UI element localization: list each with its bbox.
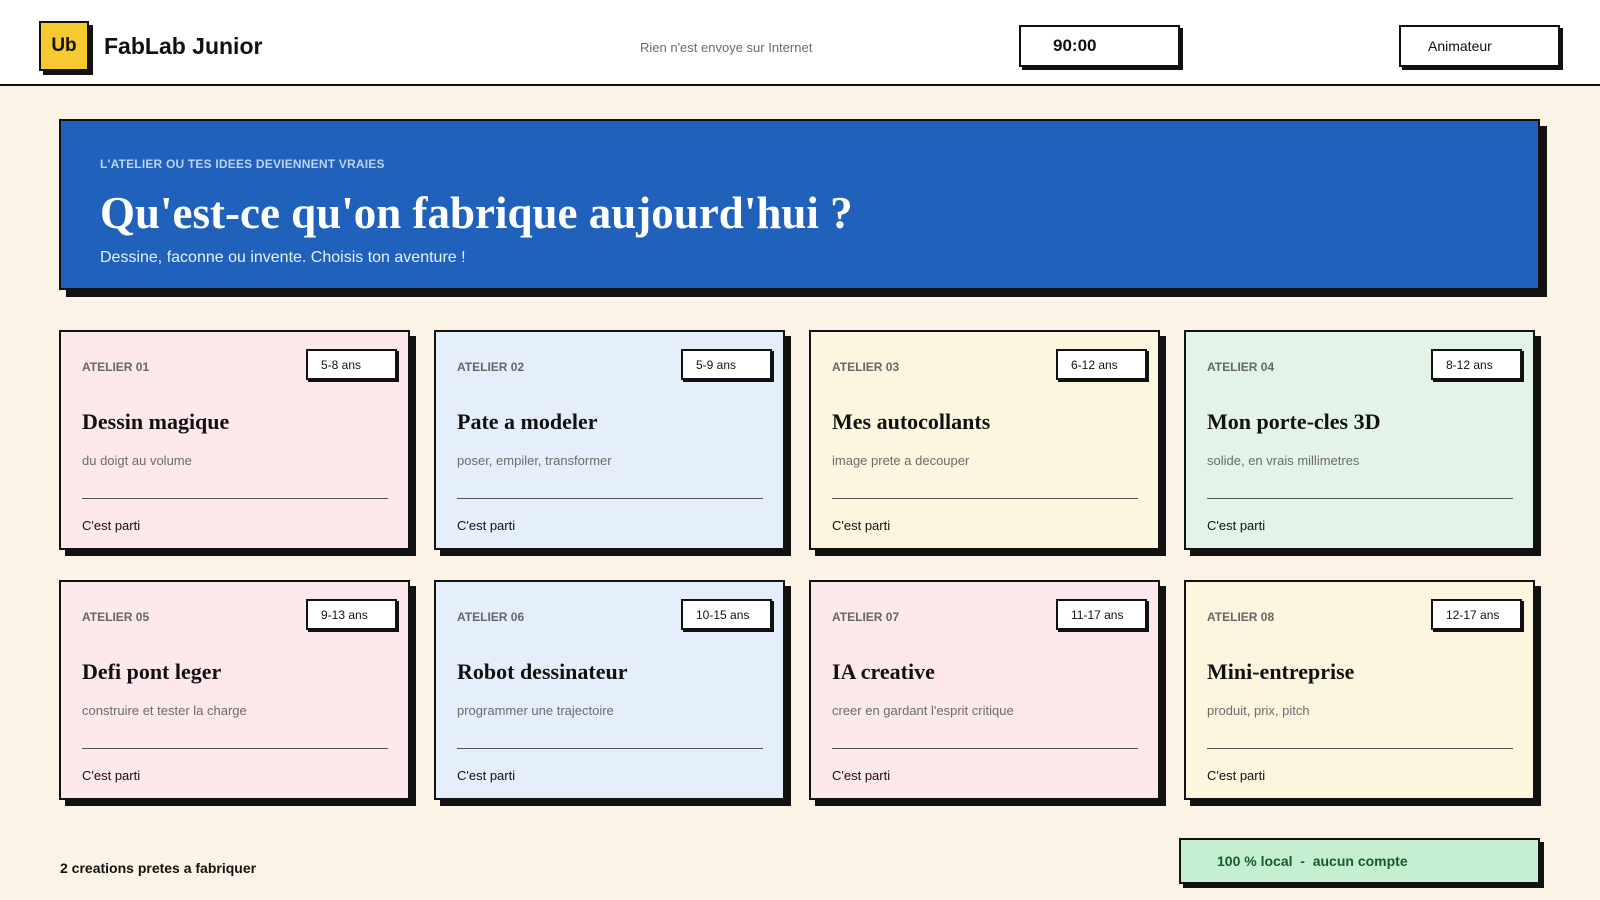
session-timer[interactable]: 90:00 bbox=[1019, 25, 1180, 67]
workshop-title: Defi pont leger bbox=[82, 659, 222, 684]
workshop-number: ATELIER 01 bbox=[82, 360, 150, 374]
app-logo: Ub bbox=[39, 21, 89, 71]
card-divider bbox=[1207, 498, 1513, 499]
workshop-number: ATELIER 08 bbox=[1207, 610, 1275, 624]
workshop-title: Mini-entreprise bbox=[1207, 659, 1355, 684]
start-workshop-link[interactable]: C'est parti bbox=[82, 768, 140, 783]
workshop-card[interactable]: ATELIER 05 9-13 ans Defi pont leger cons… bbox=[59, 580, 410, 800]
workshop-number: ATELIER 04 bbox=[1207, 360, 1275, 374]
workshop-subtitle: du doigt au volume bbox=[82, 453, 192, 468]
workshop-subtitle: solide, en vrais millimetres bbox=[1207, 453, 1360, 468]
start-workshop-link[interactable]: C'est parti bbox=[1207, 768, 1265, 783]
age-badge: 11-17 ans bbox=[1056, 599, 1147, 630]
start-workshop-link[interactable]: C'est parti bbox=[1207, 518, 1265, 533]
workshop-subtitle: creer en gardant l'esprit critique bbox=[832, 703, 1014, 718]
workshop-card[interactable]: ATELIER 08 12-17 ans Mini-entreprise pro… bbox=[1184, 580, 1535, 800]
workshop-subtitle: construire et tester la charge bbox=[82, 703, 247, 718]
age-badge: 8-12 ans bbox=[1431, 349, 1522, 380]
hero-banner: L'ATELIER OU TES IDEES DEVIENNENT VRAIES… bbox=[59, 119, 1540, 290]
age-badge: 6-12 ans bbox=[1056, 349, 1147, 380]
workshop-subtitle: programmer une trajectoire bbox=[457, 703, 614, 718]
age-badge: 5-8 ans bbox=[306, 349, 397, 380]
top-bar: Ub FabLab Junior Rien n'est envoye sur I… bbox=[0, 0, 1600, 86]
card-divider bbox=[1207, 748, 1513, 749]
workshop-number: ATELIER 07 bbox=[832, 610, 900, 624]
workshop-title: IA creative bbox=[832, 659, 935, 684]
workshop-subtitle: poser, empiler, transformer bbox=[457, 453, 612, 468]
card-divider bbox=[832, 498, 1138, 499]
local-only-badge: 100 % local - aucun compte bbox=[1179, 838, 1540, 884]
workshop-card[interactable]: ATELIER 03 6-12 ans Mes autocollants ima… bbox=[809, 330, 1160, 550]
workshop-card[interactable]: ATELIER 04 8-12 ans Mon porte-cles 3D so… bbox=[1184, 330, 1535, 550]
age-badge: 5-9 ans bbox=[681, 349, 772, 380]
workshop-grid: ATELIER 01 5-8 ans Dessin magique du doi… bbox=[59, 330, 1540, 800]
hero-title: Qu'est-ce qu'on fabrique aujourd'hui ? bbox=[100, 188, 853, 238]
age-badge: 9-13 ans bbox=[306, 599, 397, 630]
workshop-number: ATELIER 06 bbox=[457, 610, 525, 624]
role-selector[interactable]: Animateur bbox=[1399, 25, 1560, 67]
start-workshop-link[interactable]: C'est parti bbox=[457, 768, 515, 783]
workshop-title: Pate a modeler bbox=[457, 409, 598, 434]
workshop-card[interactable]: ATELIER 06 10-15 ans Robot dessinateur p… bbox=[434, 580, 785, 800]
workshop-number: ATELIER 02 bbox=[457, 360, 525, 374]
age-badge: 12-17 ans bbox=[1431, 599, 1522, 630]
workshop-title: Dessin magique bbox=[82, 409, 230, 434]
start-workshop-link[interactable]: C'est parti bbox=[832, 518, 890, 533]
workshop-title: Mes autocollants bbox=[832, 409, 991, 434]
workshop-card[interactable]: ATELIER 02 5-9 ans Pate a modeler poser,… bbox=[434, 330, 785, 550]
card-divider bbox=[457, 748, 763, 749]
workshop-title: Robot dessinateur bbox=[457, 659, 628, 684]
workshop-card[interactable]: ATELIER 01 5-8 ans Dessin magique du doi… bbox=[59, 330, 410, 550]
workshop-number: ATELIER 05 bbox=[82, 610, 150, 624]
card-divider bbox=[82, 498, 388, 499]
app-title: FabLab Junior bbox=[104, 33, 263, 59]
start-workshop-link[interactable]: C'est parti bbox=[82, 518, 140, 533]
card-divider bbox=[457, 498, 763, 499]
workshop-subtitle: image prete a decouper bbox=[832, 453, 970, 468]
workshop-title: Mon porte-cles 3D bbox=[1207, 409, 1381, 434]
ready-creations-count: 2 creations pretes a fabriquer bbox=[60, 860, 257, 876]
hero-subtitle: Dessine, faconne ou invente. Choisis ton… bbox=[100, 249, 466, 266]
card-divider bbox=[82, 748, 388, 749]
start-workshop-link[interactable]: C'est parti bbox=[457, 518, 515, 533]
card-divider bbox=[832, 748, 1138, 749]
start-workshop-link[interactable]: C'est parti bbox=[832, 768, 890, 783]
hero-kicker: L'ATELIER OU TES IDEES DEVIENNENT VRAIES bbox=[100, 157, 385, 171]
age-badge: 10-15 ans bbox=[681, 599, 772, 630]
privacy-note: Rien n'est envoye sur Internet bbox=[640, 40, 813, 55]
workshop-card[interactable]: ATELIER 07 11-17 ans IA creative creer e… bbox=[809, 580, 1160, 800]
workshop-subtitle: produit, prix, pitch bbox=[1207, 703, 1310, 718]
workshop-number: ATELIER 03 bbox=[832, 360, 900, 374]
